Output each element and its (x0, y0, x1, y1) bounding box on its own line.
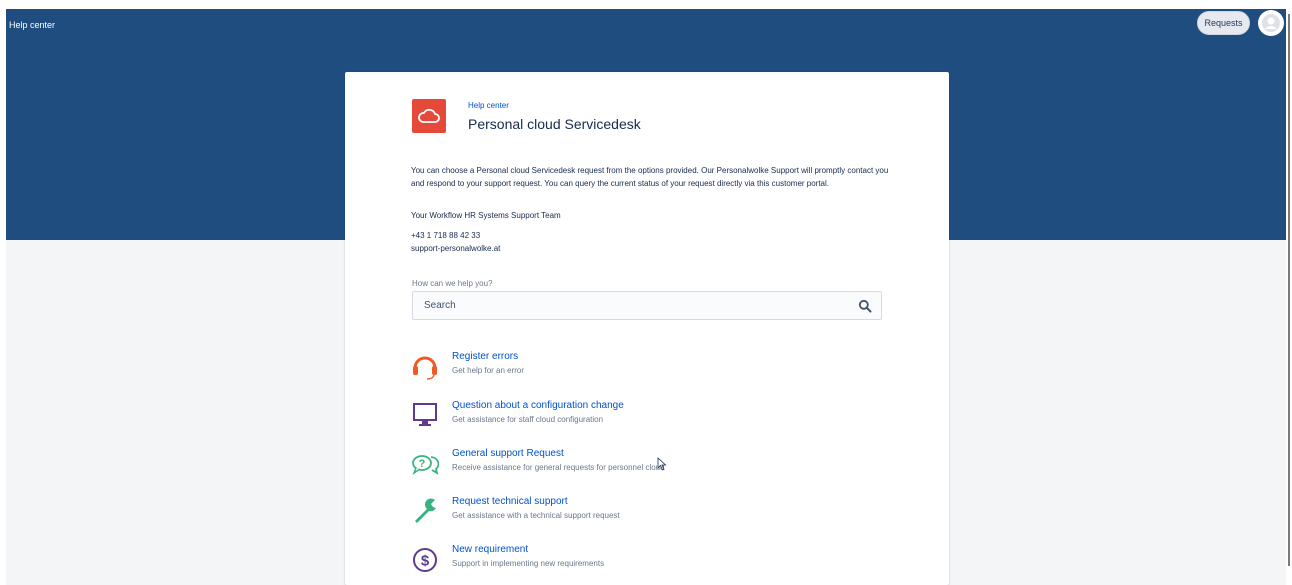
search-box (412, 291, 882, 320)
monitor-icon (413, 403, 437, 426)
request-type-description: Get help for an error (452, 366, 525, 375)
question-chat-icon: ? (412, 455, 439, 475)
portal-card: Help center Personal cloud Servicedesk Y… (345, 72, 949, 585)
request-type-title[interactable]: Register errors (452, 351, 518, 362)
search-icon[interactable] (858, 299, 872, 313)
portal-intro-text: You can choose a Personal cloud Serviced… (411, 166, 889, 188)
support-phone: +43 1 718 88 42 33 (411, 231, 481, 240)
support-team-text: Your Workflow HR Systems Support Team (411, 211, 561, 220)
request-type-technical-support[interactable]: Request technical support Get assistance… (411, 495, 711, 529)
user-avatar-icon[interactable] (1258, 10, 1284, 36)
breadcrumb-help-center[interactable]: Help center (468, 101, 509, 110)
request-type-register-errors[interactable]: Register errors Get help for an error (411, 350, 711, 384)
scrollbar-thumb[interactable] (1288, 14, 1290, 566)
dollar-icon: $ (413, 548, 437, 572)
search-label: How can we help you? (412, 279, 493, 288)
request-type-title[interactable]: General support Request (452, 448, 564, 459)
svg-text:?: ? (419, 458, 426, 470)
svg-text:$: $ (421, 553, 430, 570)
portal-title: Personal cloud Servicedesk (468, 116, 641, 132)
help-center-brand[interactable]: Help center (9, 20, 55, 30)
search-input[interactable] (413, 292, 843, 319)
request-type-new-requirement[interactable]: $ New requirement Support in implementin… (411, 543, 711, 577)
headset-icon (413, 356, 437, 380)
support-email: support-personalwolke.at (411, 244, 501, 253)
request-type-title[interactable]: Question about a configuration change (452, 400, 624, 411)
request-type-description: Get assistance for staff cloud configura… (452, 415, 604, 424)
request-type-title[interactable]: Request technical support (452, 496, 568, 507)
request-type-configuration-change[interactable]: Question about a configuration change Ge… (411, 399, 711, 433)
request-type-description: Get assistance with a technical support … (452, 511, 620, 520)
window-top-edge (0, 0, 1292, 9)
mouse-pointer-icon (657, 457, 667, 471)
cloud-icon (412, 99, 446, 133)
request-type-description: Receive assistance for general requests … (452, 463, 665, 472)
request-type-description: Support in implementing new requirements (452, 559, 605, 568)
requests-button[interactable]: Requests (1197, 11, 1250, 35)
request-type-title[interactable]: New requirement (452, 544, 528, 555)
wrench-icon (415, 498, 436, 523)
